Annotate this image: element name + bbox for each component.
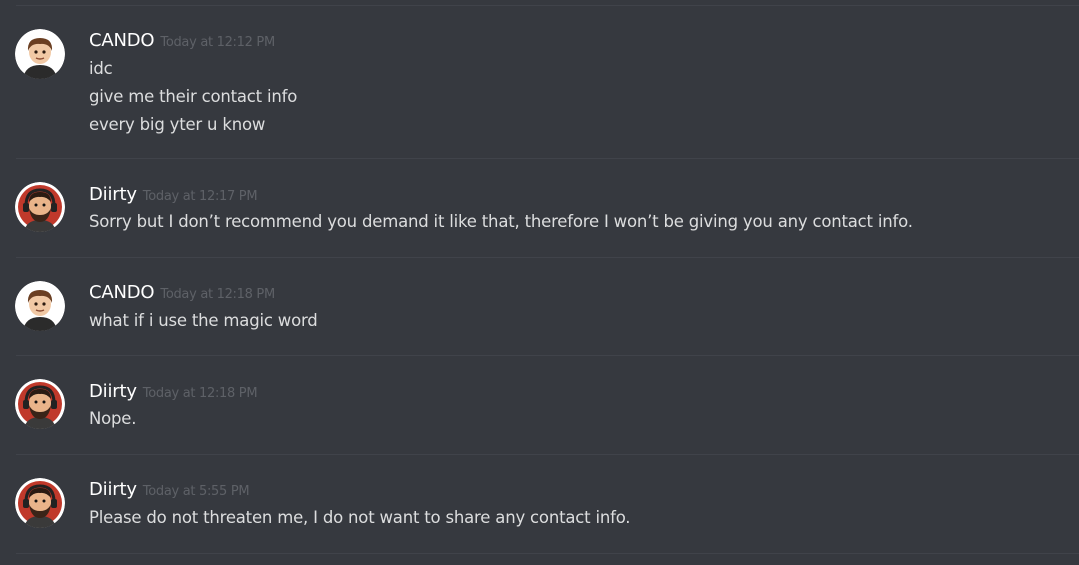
cartoon-boy-avatar-icon[interactable] — [15, 281, 65, 331]
bearded-man-headset-avatar-icon[interactable] — [15, 379, 65, 429]
message-divider — [16, 454, 1079, 455]
message-header: CANDO Today at 12:18 PM — [89, 282, 275, 303]
chat-message-list: CANDO Today at 12:12 PM idc give me their… — [0, 0, 1079, 565]
message-header: Diirty Today at 12:17 PM — [89, 184, 258, 205]
message-divider — [16, 5, 1079, 6]
message-divider — [16, 355, 1079, 356]
username[interactable]: Diirty — [89, 184, 137, 205]
username[interactable]: CANDO — [89, 30, 155, 51]
message-header: Diirty Today at 12:18 PM — [89, 381, 258, 402]
bearded-man-headset-avatar-icon[interactable] — [15, 182, 65, 232]
message-divider — [16, 158, 1079, 159]
message-divider — [16, 553, 1079, 554]
username[interactable]: Diirty — [89, 479, 137, 500]
message-header: Diirty Today at 5:55 PM — [89, 479, 250, 500]
timestamp[interactable]: Today at 12:18 PM — [160, 287, 275, 302]
message-text: what if i use the magic word — [89, 311, 318, 330]
message-text: idc — [89, 59, 113, 78]
timestamp[interactable]: Today at 12:18 PM — [143, 386, 258, 401]
timestamp[interactable]: Today at 12:17 PM — [143, 189, 258, 204]
message-text: every big yter u know — [89, 115, 266, 134]
timestamp[interactable]: Today at 12:12 PM — [160, 35, 275, 50]
timestamp[interactable]: Today at 5:55 PM — [143, 484, 250, 499]
message-text: give me their contact info — [89, 87, 298, 106]
message-text: Nope. — [89, 409, 137, 428]
username[interactable]: Diirty — [89, 381, 137, 402]
message-header: CANDO Today at 12:12 PM — [89, 30, 275, 51]
cartoon-boy-avatar-icon[interactable] — [15, 29, 65, 79]
message-text: Please do not threaten me, I do not want… — [89, 508, 631, 527]
message-divider — [16, 257, 1079, 258]
username[interactable]: CANDO — [89, 282, 155, 303]
message-text: Sorry but I don’t recommend you demand i… — [89, 212, 913, 231]
bearded-man-headset-avatar-icon[interactable] — [15, 478, 65, 528]
